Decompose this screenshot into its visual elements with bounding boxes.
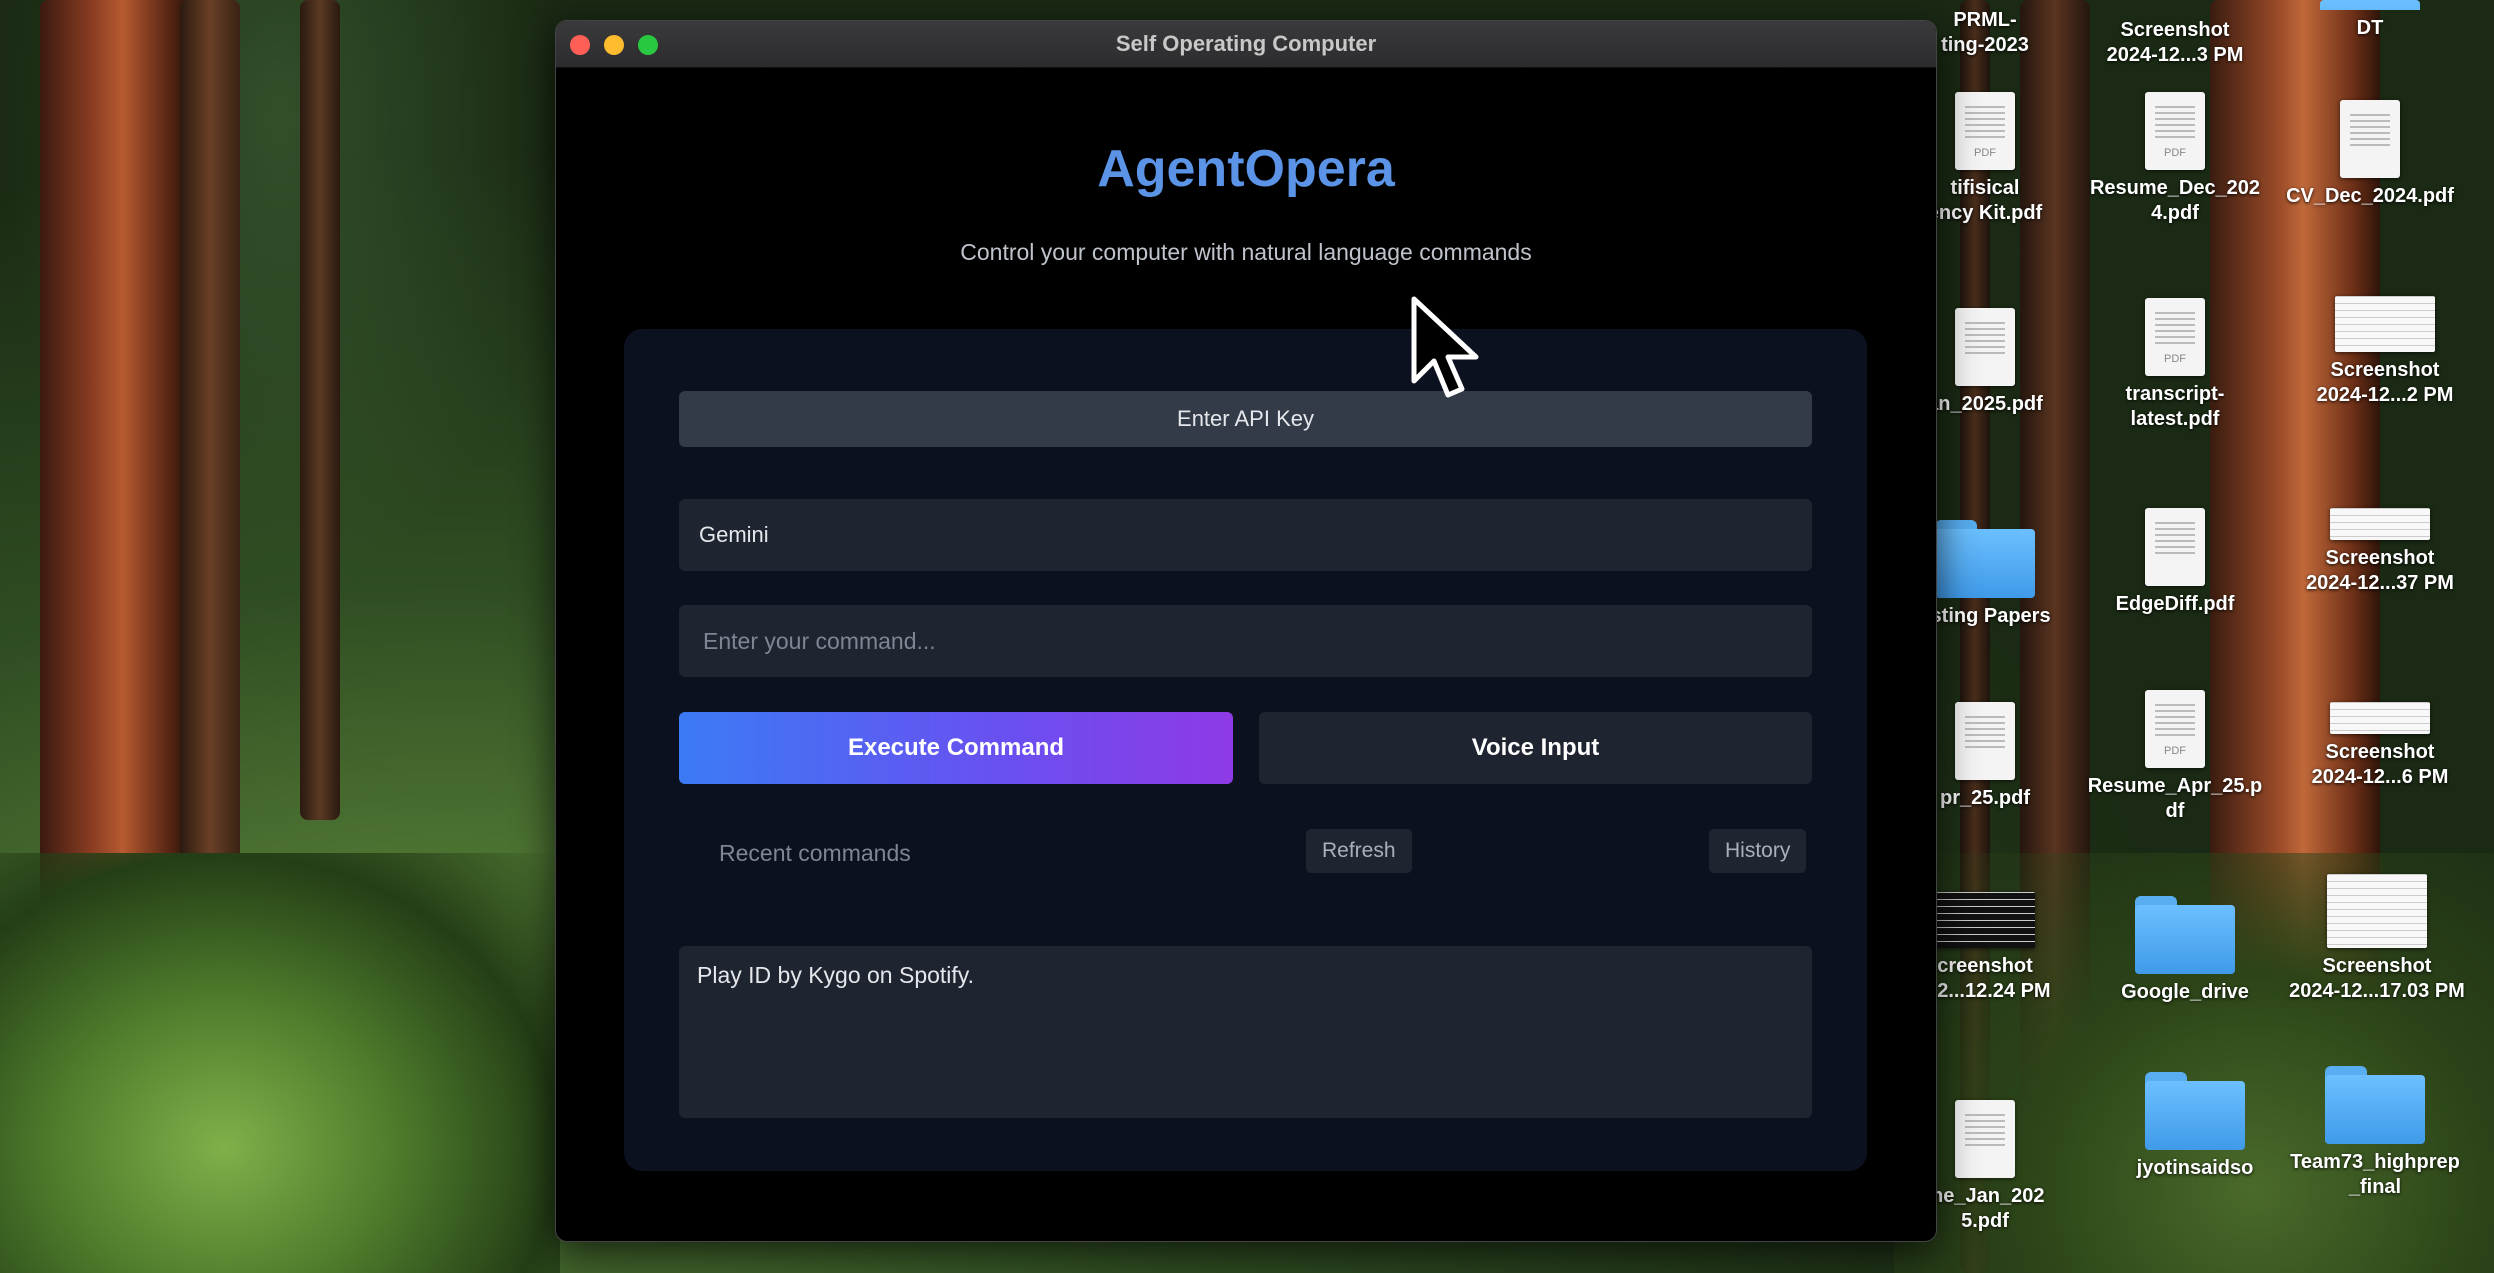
screenshot-icon: [2335, 296, 2435, 352]
desktop-icon[interactable]: Screenshot 2024-12...6 PM: [2280, 702, 2480, 790]
desktop-icon-label: Screenshot: [2325, 741, 2435, 763]
folder-icon: [2135, 896, 2235, 974]
desktop-icon[interactable]: jyotinsaidso: [2110, 1072, 2280, 1181]
command-output[interactable]: Play ID by Kygo on Spotify.: [679, 946, 1812, 1118]
wallpaper-tree: [40, 0, 190, 980]
history-button[interactable]: History: [1709, 829, 1807, 873]
app-tagline: Control your computer with natural langu…: [960, 239, 1532, 265]
window-titlebar[interactable]: Self Operating Computer: [556, 21, 1936, 68]
desktop-icon-label: Resume_Dec_202: [2089, 177, 2261, 199]
mouse-pointer-icon: [1411, 296, 1479, 398]
desktop-icon[interactable]: Google_drive: [2100, 896, 2270, 1005]
desktop-icon-label: Screenshot: [2330, 359, 2440, 381]
wallpaper-tree: [300, 0, 340, 820]
desktop-icon[interactable]: EdgeDiff.pdf: [2090, 508, 2260, 617]
execute-command-button[interactable]: Execute Command: [679, 712, 1233, 784]
folder-icon: [2145, 1072, 2245, 1150]
pdf-document-icon: [1955, 1100, 2015, 1178]
desktop-icon-label: DT: [2356, 17, 2384, 39]
pdf-document-icon: PDF: [2145, 690, 2205, 768]
pdf-document-icon: [1955, 702, 2015, 780]
desktop-icon-label: Screenshot: [2120, 19, 2230, 41]
desktop-icon-label: transcript-: [2125, 383, 2225, 405]
desktop-icon-label: latest.pdf: [2130, 408, 2220, 430]
pdf-document-icon: PDF: [2145, 92, 2205, 170]
command-input[interactable]: [679, 605, 1812, 677]
desktop-icon-label: EdgeDiff.pdf: [2115, 593, 2235, 615]
pdf-document-icon: [2145, 508, 2205, 586]
app-window: Self Operating Computer AgentOpera Contr…: [555, 20, 1937, 1242]
desktop-icon-label: 4.pdf: [2151, 202, 2199, 224]
voice-input-button[interactable]: Voice Input: [1259, 712, 1812, 784]
folder-icon: [2320, 0, 2420, 10]
folder-icon: [2325, 1066, 2425, 1144]
desktop-icon-label: Screenshot: [2322, 955, 2432, 977]
desktop-icon-label: df: [2165, 800, 2185, 822]
desktop-icon[interactable]: Screenshot 2024-12...3 PM: [2090, 18, 2260, 68]
desktop-icon[interactable]: PDF transcript- latest.pdf: [2090, 298, 2260, 432]
desktop-icon[interactable]: CV_Dec_2024.pdf: [2270, 100, 2470, 209]
desktop-icon[interactable]: Screenshot 2024-12...37 PM: [2280, 508, 2480, 596]
desktop-icon[interactable]: PDF Resume_Apr_25.p df: [2070, 690, 2280, 824]
desktop-icon[interactable]: PDF Resume_Dec_202 4.pdf: [2080, 92, 2270, 226]
desktop-icon-label: Team73_highprep: [2290, 1151, 2460, 1173]
screenshot-icon: [1935, 892, 2035, 948]
desktop-icon-label: 2024-12...6 PM: [2311, 766, 2449, 788]
document-icon: [2340, 100, 2400, 178]
desktop-icon-label: Resume_Apr_25.p: [2087, 775, 2263, 797]
app-brand: AgentOpera: [1097, 140, 1395, 198]
command-panel: Enter API Key Gemini Execute Command Voi…: [624, 329, 1867, 1171]
api-key-button[interactable]: Enter API Key: [679, 391, 1812, 447]
desktop-icon[interactable]: DT: [2285, 0, 2455, 41]
pdf-document-icon: PDF: [1955, 92, 2015, 170]
desktop-icon-label: Google_drive: [2121, 981, 2249, 1003]
folder-icon: [1935, 520, 2035, 598]
desktop-icon-label: 2024-12...2 PM: [2316, 384, 2454, 406]
screenshot-icon: [2330, 702, 2430, 734]
pdf-document-icon: PDF: [2145, 298, 2205, 376]
desktop-icon[interactable]: Screenshot 2024-12...17.03 PM: [2270, 874, 2484, 1004]
pdf-document-icon: [1955, 308, 2015, 386]
wallpaper-tree: [180, 0, 240, 900]
desktop-icon[interactable]: Screenshot 2024-12...2 PM: [2290, 296, 2480, 408]
recent-commands-label: Recent commands: [719, 840, 911, 866]
refresh-button[interactable]: Refresh: [1306, 829, 1412, 873]
desktop-icon-label: 2024-12...3 PM: [2106, 44, 2244, 66]
desktop-icon-label: jyotinsaidso: [2136, 1157, 2254, 1179]
screenshot-icon: [2327, 874, 2427, 948]
desktop-icon-label: CV_Dec_2024.pdf: [2286, 185, 2454, 207]
desktop-icon-label: 2024-12...17.03 PM: [2289, 980, 2465, 1002]
desktop-icon[interactable]: Team73_highprep _final: [2275, 1066, 2475, 1200]
desktop-icon-label: Screenshot: [2325, 547, 2435, 569]
model-select[interactable]: Gemini: [679, 499, 1812, 571]
wallpaper-foliage: [0, 853, 560, 1273]
window-title: Self Operating Computer: [1115, 31, 1377, 56]
screenshot-icon: [2330, 508, 2430, 540]
desktop-icon-label: _final: [2348, 1176, 2402, 1198]
desktop-icon-label: 2024-12...37 PM: [2306, 572, 2454, 594]
model-select-value: Gemini: [699, 522, 769, 547]
